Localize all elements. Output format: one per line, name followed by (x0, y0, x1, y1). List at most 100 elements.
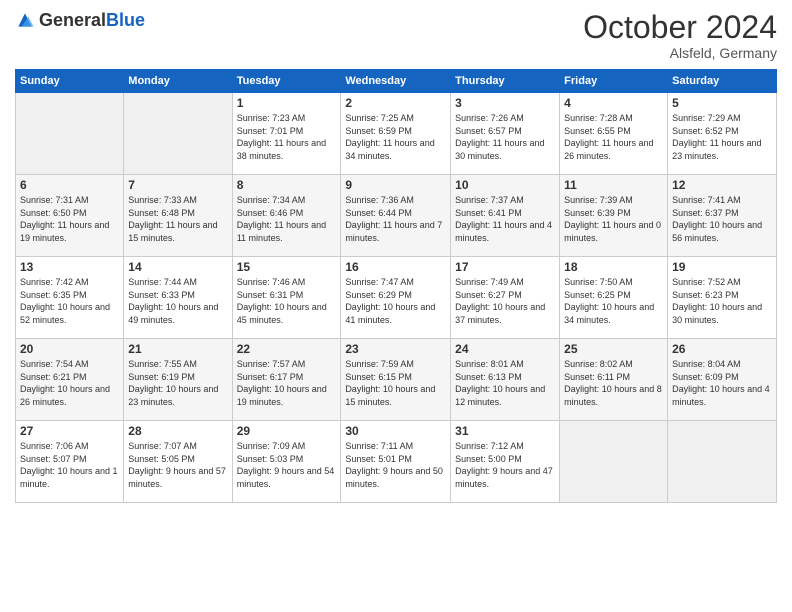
day-info: Sunrise: 7:34 AMSunset: 6:46 PMDaylight:… (237, 194, 337, 244)
day-info: Sunrise: 7:44 AMSunset: 6:33 PMDaylight:… (128, 276, 227, 326)
day-info: Sunrise: 7:28 AMSunset: 6:55 PMDaylight:… (564, 112, 663, 162)
day-number: 31 (455, 424, 555, 438)
day-number: 26 (672, 342, 772, 356)
cell-4-4: 23Sunrise: 7:59 AMSunset: 6:15 PMDayligh… (341, 339, 451, 421)
cell-2-3: 8 Sunrise: 7:34 AMSunset: 6:46 PMDaylight… (232, 175, 341, 257)
day-number: 14 (128, 260, 227, 274)
cell-3-4: 16Sunrise: 7:47 AMSunset: 6:29 PMDayligh… (341, 257, 451, 339)
cell-3-5: 17 Sunrise: 7:49 AMSunset: 6:27 PMDayligh… (451, 257, 560, 339)
day-info: Sunrise: 7:09 AMSunset: 5:03 PMDaylight:… (237, 440, 337, 490)
calendar-table: Sunday Monday Tuesday Wednesday Thursday… (15, 69, 777, 503)
day-number: 2 (345, 96, 446, 110)
page: GeneralBlue October 2024 Alsfeld, German… (0, 0, 792, 612)
cell-3-7: 19 Sunrise: 7:52 AMSunset: 6:23 PMDayligh… (668, 257, 777, 339)
cell-3-1: 13Sunrise: 7:42 AMSunset: 6:35 PMDayligh… (16, 257, 124, 339)
day-number: 24 (455, 342, 555, 356)
cell-5-7 (668, 421, 777, 503)
day-number: 4 (564, 96, 663, 110)
day-number: 28 (128, 424, 227, 438)
day-info: Sunrise: 7:36 AMSunset: 6:44 PMDaylight:… (345, 194, 446, 244)
location: Alsfeld, Germany (583, 45, 777, 61)
day-number: 22 (237, 342, 337, 356)
day-info: Sunrise: 7:47 AMSunset: 6:29 PMDaylight:… (345, 276, 446, 326)
cell-1-7: 5 Sunrise: 7:29 AMSunset: 6:52 PMDaylight… (668, 93, 777, 175)
col-tuesday: Tuesday (232, 70, 341, 93)
col-monday: Monday (124, 70, 232, 93)
week-row-3: 13Sunrise: 7:42 AMSunset: 6:35 PMDayligh… (16, 257, 777, 339)
day-info: Sunrise: 7:07 AMSunset: 5:05 PMDaylight:… (128, 440, 227, 490)
week-row-1: 1Sunrise: 7:23 AMSunset: 7:01 PMDaylight… (16, 93, 777, 175)
cell-4-3: 22 Sunrise: 7:57 AMSunset: 6:17 PMDayligh… (232, 339, 341, 421)
day-number: 1 (237, 96, 337, 110)
day-number: 21 (128, 342, 227, 356)
day-info: Sunrise: 8:01 AMSunset: 6:13 PMDaylight:… (455, 358, 555, 408)
day-info: Sunrise: 7:12 AMSunset: 5:00 PMDaylight:… (455, 440, 555, 490)
day-info: Sunrise: 7:49 AMSunset: 6:27 PMDaylight:… (455, 276, 555, 326)
cell-4-5: 24 Sunrise: 8:01 AMSunset: 6:13 PMDayligh… (451, 339, 560, 421)
logo-general-text: General (39, 10, 106, 30)
day-info: Sunrise: 7:25 AMSunset: 6:59 PMDaylight:… (345, 112, 446, 162)
title-block: October 2024 Alsfeld, Germany (583, 10, 777, 61)
day-number: 12 (672, 178, 772, 192)
cell-2-7: 12 Sunrise: 7:41 AMSunset: 6:37 PMDayligh… (668, 175, 777, 257)
day-info: Sunrise: 8:02 AMSunset: 6:11 PMDaylight:… (564, 358, 663, 408)
day-info: Sunrise: 7:55 AMSunset: 6:19 PMDaylight:… (128, 358, 227, 408)
day-number: 6 (20, 178, 119, 192)
cell-5-5: 31 Sunrise: 7:12 AMSunset: 5:00 PMDayligh… (451, 421, 560, 503)
day-number: 20 (20, 342, 119, 356)
day-number: 9 (345, 178, 446, 192)
cell-1-4: 2 Sunrise: 7:25 AMSunset: 6:59 PMDaylight… (341, 93, 451, 175)
day-info: Sunrise: 7:11 AMSunset: 5:01 PMDaylight:… (345, 440, 446, 490)
day-info: Sunrise: 7:33 AMSunset: 6:48 PMDaylight:… (128, 194, 227, 244)
cell-2-1: 6 Sunrise: 7:31 AMSunset: 6:50 PMDaylight… (16, 175, 124, 257)
cell-1-6: 4 Sunrise: 7:28 AMSunset: 6:55 PMDaylight… (560, 93, 668, 175)
day-info: Sunrise: 7:06 AMSunset: 5:07 PMDaylight:… (20, 440, 119, 490)
day-number: 25 (564, 342, 663, 356)
logo-blue-text: Blue (106, 10, 145, 30)
logo: GeneralBlue (15, 10, 145, 30)
day-number: 10 (455, 178, 555, 192)
day-number: 3 (455, 96, 555, 110)
cell-5-4: 30 Sunrise: 7:11 AMSunset: 5:01 PMDayligh… (341, 421, 451, 503)
month-title: October 2024 (583, 10, 777, 45)
cell-2-6: 11Sunrise: 7:39 AMSunset: 6:39 PMDayligh… (560, 175, 668, 257)
cell-4-2: 21 Sunrise: 7:55 AMSunset: 6:19 PMDayligh… (124, 339, 232, 421)
day-info: Sunrise: 7:52 AMSunset: 6:23 PMDaylight:… (672, 276, 772, 326)
cell-1-2 (124, 93, 232, 175)
cell-5-2: 28 Sunrise: 7:07 AMSunset: 5:05 PMDayligh… (124, 421, 232, 503)
day-info: Sunrise: 7:26 AMSunset: 6:57 PMDaylight:… (455, 112, 555, 162)
day-number: 8 (237, 178, 337, 192)
cell-3-6: 18Sunrise: 7:50 AMSunset: 6:25 PMDayligh… (560, 257, 668, 339)
cell-2-2: 7Sunrise: 7:33 AMSunset: 6:48 PMDaylight… (124, 175, 232, 257)
day-info: Sunrise: 7:46 AMSunset: 6:31 PMDaylight:… (237, 276, 337, 326)
cell-5-1: 27Sunrise: 7:06 AMSunset: 5:07 PMDayligh… (16, 421, 124, 503)
day-number: 18 (564, 260, 663, 274)
cell-5-6 (560, 421, 668, 503)
col-thursday: Thursday (451, 70, 560, 93)
day-number: 13 (20, 260, 119, 274)
cell-3-2: 14 Sunrise: 7:44 AMSunset: 6:33 PMDayligh… (124, 257, 232, 339)
week-row-4: 20 Sunrise: 7:54 AMSunset: 6:21 PMDayligh… (16, 339, 777, 421)
cell-1-3: 1Sunrise: 7:23 AMSunset: 7:01 PMDaylight… (232, 93, 341, 175)
day-info: Sunrise: 7:39 AMSunset: 6:39 PMDaylight:… (564, 194, 663, 244)
day-info: Sunrise: 7:37 AMSunset: 6:41 PMDaylight:… (455, 194, 555, 244)
day-number: 5 (672, 96, 772, 110)
day-number: 19 (672, 260, 772, 274)
day-info: Sunrise: 7:57 AMSunset: 6:17 PMDaylight:… (237, 358, 337, 408)
day-info: Sunrise: 7:54 AMSunset: 6:21 PMDaylight:… (20, 358, 119, 408)
cell-3-3: 15 Sunrise: 7:46 AMSunset: 6:31 PMDayligh… (232, 257, 341, 339)
col-friday: Friday (560, 70, 668, 93)
day-number: 29 (237, 424, 337, 438)
day-info: Sunrise: 7:41 AMSunset: 6:37 PMDaylight:… (672, 194, 772, 244)
week-row-5: 27Sunrise: 7:06 AMSunset: 5:07 PMDayligh… (16, 421, 777, 503)
day-number: 30 (345, 424, 446, 438)
cell-2-5: 10 Sunrise: 7:37 AMSunset: 6:41 PMDayligh… (451, 175, 560, 257)
cell-1-1 (16, 93, 124, 175)
day-info: Sunrise: 7:31 AMSunset: 6:50 PMDaylight:… (20, 194, 119, 244)
day-number: 17 (455, 260, 555, 274)
cell-1-5: 3 Sunrise: 7:26 AMSunset: 6:57 PMDaylight… (451, 93, 560, 175)
cell-4-6: 25 Sunrise: 8:02 AMSunset: 6:11 PMDayligh… (560, 339, 668, 421)
day-info: Sunrise: 7:29 AMSunset: 6:52 PMDaylight:… (672, 112, 772, 162)
cell-4-1: 20 Sunrise: 7:54 AMSunset: 6:21 PMDayligh… (16, 339, 124, 421)
day-number: 15 (237, 260, 337, 274)
